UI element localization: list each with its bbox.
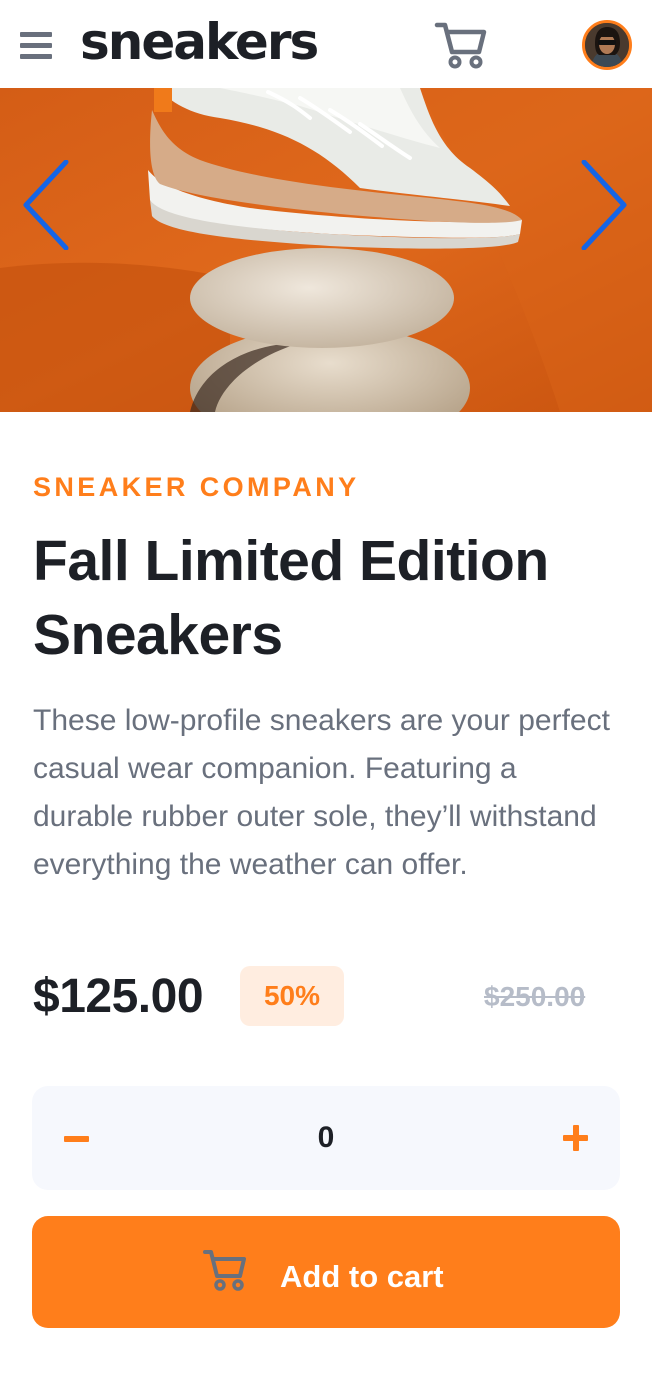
add-to-cart-button[interactable]: Add to cart [32,1216,620,1328]
current-price: $125.00 [33,970,204,1023]
user-avatar[interactable] [582,20,632,70]
chevron-left-icon[interactable] [20,159,72,251]
cart-icon [202,1248,248,1292]
minus-icon[interactable] [60,1118,100,1158]
add-to-cart-label: Add to cart [280,1259,444,1294]
company-name: SNEAKER COMPANY [33,472,360,502]
product-gallery [0,88,652,412]
plus-icon[interactable] [560,1120,596,1156]
site-logo[interactable]: sneakers [80,12,319,72]
site-header: sneakers [0,0,652,88]
quantity-value: 0 [317,1121,335,1154]
discount-badge: 50% [240,966,344,1026]
cart-icon[interactable] [434,20,488,70]
original-price: $250.00 [484,981,586,1012]
chevron-right-icon[interactable] [578,159,630,251]
hamburger-menu-icon[interactable] [20,32,52,60]
product-title: Fall Limited Edition Sneakers [33,529,549,667]
quantity-stepper: 0 [32,1086,620,1190]
product-description: These low-profile sneakers are your perf… [33,704,610,881]
sneaker-on-stones-photo [0,88,652,412]
